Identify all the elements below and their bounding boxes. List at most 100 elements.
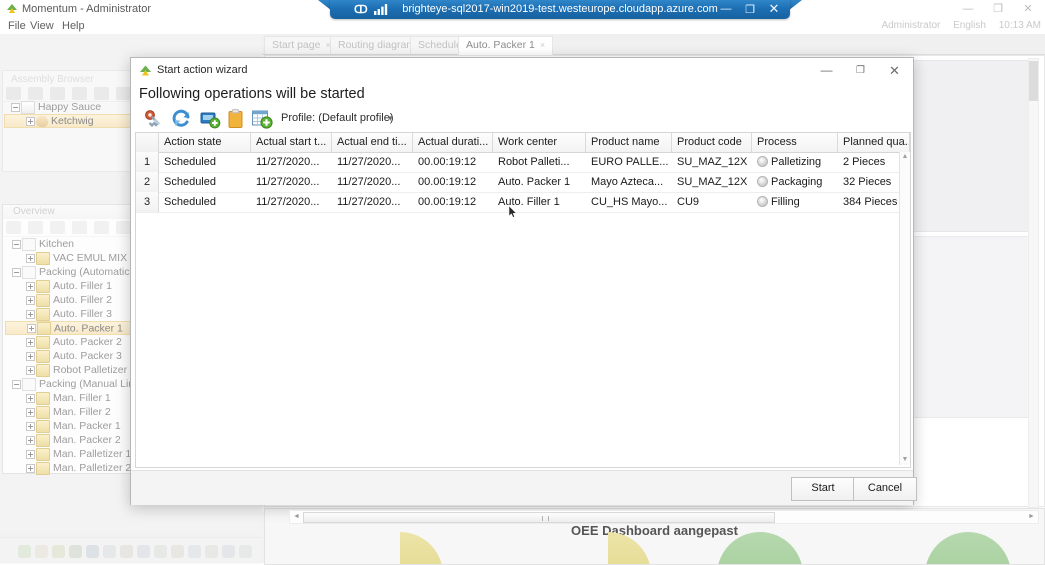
cell-actual_start: 11/27/2020... — [256, 156, 320, 168]
column-header-rownum[interactable] — [136, 133, 159, 152]
expand-icon[interactable] — [25, 449, 36, 459]
toolbar-icon[interactable] — [6, 221, 21, 234]
cancel-button[interactable]: Cancel — [853, 477, 917, 501]
scrollbar-thumb[interactable] — [303, 512, 775, 523]
grid-horizontal-scrollbar[interactable]: ◄ ► — [289, 510, 1039, 524]
tab-label: Auto. Packer 1 — [466, 39, 535, 51]
collapse-icon[interactable] — [10, 102, 21, 112]
chevron-down-icon[interactable]: ▾ — [388, 113, 393, 124]
app-close-button[interactable]: ✕ — [1015, 0, 1041, 18]
scroll-right-arrow-icon[interactable]: ► — [1026, 511, 1037, 522]
rdp-minimize-button[interactable]: — — [718, 3, 734, 15]
taskbar-icon[interactable] — [205, 545, 218, 558]
expand-icon[interactable] — [25, 463, 36, 473]
toolbar-icon[interactable] — [72, 87, 88, 100]
scroll-up-arrow-icon[interactable]: ▲ — [900, 152, 910, 162]
expand-icon[interactable] — [25, 351, 36, 361]
taskbar-icon[interactable] — [222, 545, 235, 558]
dialog-maximize-button[interactable]: ❐ — [845, 58, 876, 83]
column-header-actual_start[interactable]: Actual start t... — [251, 133, 332, 152]
clipboard-icon[interactable] — [225, 108, 247, 130]
toolbar-icon[interactable] — [28, 221, 44, 234]
refresh-icon[interactable] — [171, 108, 193, 130]
expand-icon[interactable] — [25, 337, 36, 347]
cell-actual_start: 11/27/2020... — [256, 176, 320, 188]
rdp-restore-button[interactable]: ❐ — [742, 3, 758, 16]
toolbar-icon[interactable] — [28, 87, 44, 100]
expand-icon[interactable] — [25, 253, 36, 263]
cell-actual_duration: 00.00:19:12 — [418, 196, 477, 208]
taskbar-icon[interactable] — [103, 545, 116, 558]
column-header-action_state[interactable]: Action state — [159, 133, 251, 152]
expand-icon[interactable] — [25, 365, 36, 375]
collapse-icon[interactable] — [11, 267, 22, 277]
process-gear-icon — [757, 175, 768, 187]
dialog-close-button[interactable]: ✕ — [879, 58, 910, 83]
tab-start-page[interactable]: Start page × — [264, 36, 339, 54]
toolbar-icon[interactable] — [50, 87, 66, 100]
profile-label[interactable]: Profile: (Default profile) — [281, 112, 394, 124]
taskbar-icon[interactable] — [35, 545, 48, 558]
table-row[interactable]: 2 Scheduled 11/27/2020... 11/27/2020... 00.0… — [136, 172, 910, 193]
toolbar-icon[interactable] — [94, 221, 110, 234]
collapse-icon[interactable] — [11, 379, 22, 389]
column-header-work_center[interactable]: Work center — [493, 133, 586, 152]
tab-close-icon[interactable]: × — [540, 40, 545, 50]
toolbar-icon[interactable] — [94, 87, 110, 100]
taskbar-icon[interactable] — [188, 545, 201, 558]
expand-icon[interactable] — [25, 421, 36, 431]
expand-icon[interactable] — [25, 407, 36, 417]
tree-item-label: Auto. Filler 2 — [53, 294, 112, 307]
rdp-close-button[interactable]: ✕ — [766, 1, 782, 17]
expand-icon[interactable] — [26, 324, 37, 333]
expand-icon[interactable] — [25, 435, 36, 445]
menu-item-help[interactable]: Help — [57, 19, 90, 33]
grid-vertical-scrollbar[interactable]: ▲ ▼ — [899, 152, 910, 465]
taskbar-icon[interactable] — [52, 545, 65, 558]
dialog-minimize-button[interactable]: — — [811, 58, 842, 83]
column-header-actual_end[interactable]: Actual end ti... — [332, 133, 413, 152]
table-row[interactable]: 3 Scheduled 11/27/2020... 11/27/2020... 00.0… — [136, 192, 910, 213]
tab-auto-packer-1[interactable]: Auto. Packer 1 × — [458, 36, 554, 55]
expand-icon[interactable] — [25, 309, 36, 319]
menu-item-view[interactable]: View — [25, 19, 59, 33]
app-maximize-button[interactable]: ❐ — [985, 0, 1011, 18]
toolbar-icon[interactable] — [6, 87, 21, 100]
collapse-icon[interactable] — [11, 239, 22, 249]
keys-icon[interactable] — [143, 108, 165, 130]
table-row[interactable]: 1 Scheduled 11/27/2020... 11/27/2020... 00.0… — [136, 152, 910, 173]
column-header-product_code[interactable]: Product code — [672, 133, 752, 152]
taskbar-icon[interactable] — [18, 545, 31, 558]
taskbar-icon[interactable] — [171, 545, 184, 558]
toolbar-icon[interactable] — [50, 221, 66, 234]
expand-icon[interactable] — [25, 281, 36, 291]
dialog-title-bar: Start action wizard — ❐ ✕ — [131, 58, 913, 83]
toolbar-icon[interactable] — [72, 221, 88, 234]
scroll-left-arrow-icon[interactable]: ◄ — [291, 511, 302, 522]
expand-icon[interactable] — [25, 116, 36, 126]
expand-icon[interactable] — [25, 295, 36, 305]
add-screen-icon[interactable] — [199, 108, 221, 130]
column-header-process[interactable]: Process — [752, 133, 838, 152]
column-header-product_name[interactable]: Product name — [586, 133, 672, 152]
app-minimize-button[interactable]: — — [955, 0, 981, 18]
taskbar-icon[interactable] — [69, 545, 82, 558]
column-header-actual_duration[interactable]: Actual durati... — [413, 133, 493, 152]
column-header-planned_quantity[interactable]: Planned qua... — [838, 133, 910, 152]
add-grid-icon[interactable] — [251, 108, 273, 130]
taskbar-icon[interactable] — [239, 545, 252, 558]
cell-actual_end: 11/27/2020... — [337, 156, 401, 168]
taskbar-icon[interactable] — [120, 545, 133, 558]
cell-actual_end: 11/27/2020... — [337, 176, 401, 188]
scroll-down-arrow-icon[interactable]: ▼ — [900, 455, 910, 465]
machine-icon — [36, 391, 50, 405]
scrollbar-thumb[interactable] — [1029, 61, 1038, 101]
rdp-connection-bar: ↀ brighteye-sql2017-win2019-test.westeur… — [330, 0, 790, 19]
taskbar-icon[interactable] — [154, 545, 167, 558]
expand-icon[interactable] — [25, 393, 36, 403]
cell-actual_duration: 00.00:19:12 — [418, 156, 477, 168]
taskbar-icon[interactable] — [86, 545, 99, 558]
start-button[interactable]: Start — [791, 477, 855, 501]
content-vertical-scrollbar[interactable] — [1028, 58, 1039, 508]
taskbar-icon[interactable] — [137, 545, 150, 558]
